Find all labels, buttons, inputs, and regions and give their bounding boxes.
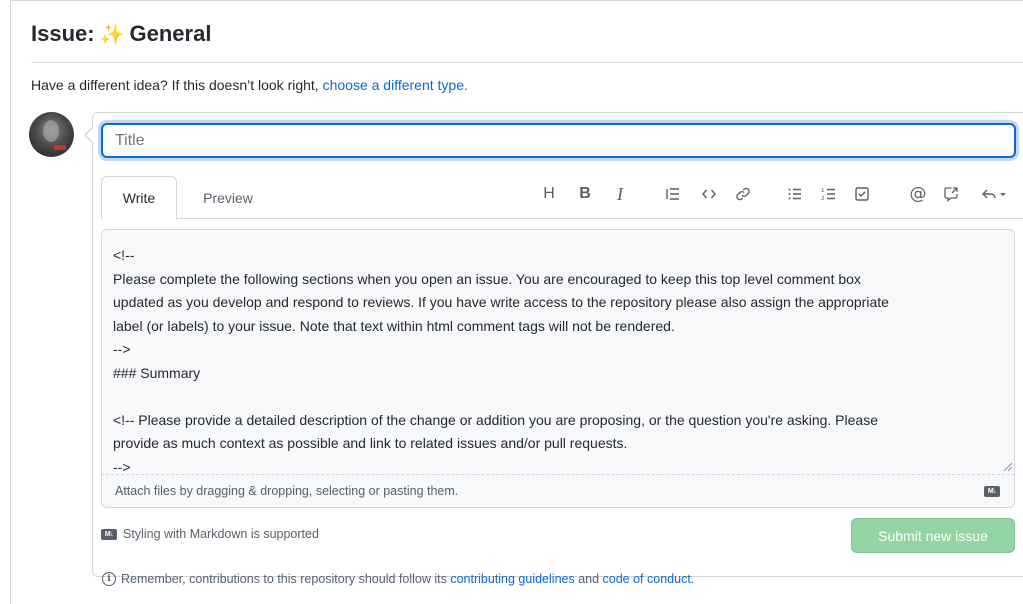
code-of-conduct-link[interactable]: code of conduct: [603, 572, 691, 586]
avatar-accent: [54, 145, 66, 150]
page-title: Issue: ✨ General: [31, 21, 211, 47]
quote-icon[interactable]: [662, 183, 684, 205]
user-avatar[interactable]: [29, 112, 74, 157]
markdown-icon: M↓: [101, 528, 117, 540]
type-note-text: Have a different idea? If this doesn’t l…: [31, 77, 323, 93]
contribution-reminder: i Remember, contributions to this reposi…: [102, 572, 694, 586]
contributing-guidelines-link[interactable]: contributing guidelines: [450, 572, 574, 586]
markdown-support-text: Styling with Markdown is supported: [123, 527, 319, 541]
saved-replies-icon[interactable]: [978, 183, 1014, 205]
title-divider: [31, 62, 1023, 63]
resize-grip-icon[interactable]: [1003, 462, 1013, 472]
reminder-text: Remember, contributions to this reposito…: [121, 572, 451, 586]
cross-reference-icon[interactable]: [940, 183, 962, 205]
type-note: Have a different idea? If this doesn’t l…: [31, 77, 468, 93]
submit-new-issue-button[interactable]: Submit new issue: [851, 518, 1015, 553]
mention-icon[interactable]: @: [907, 183, 929, 205]
issue-body-textarea[interactable]: <!-- Please complete the following secti…: [101, 229, 1015, 475]
svg-text:1: 1: [821, 188, 825, 194]
svg-text:2: 2: [821, 196, 825, 202]
tab-write[interactable]: Write: [101, 176, 177, 220]
avatar-highlight: [43, 120, 59, 142]
bold-icon[interactable]: B: [576, 183, 594, 205]
bulleted-list-icon[interactable]: [784, 183, 806, 205]
italic-icon[interactable]: I: [611, 183, 629, 205]
issue-type-name: General: [129, 21, 212, 46]
tab-preview[interactable]: Preview: [190, 176, 266, 220]
markdown-icon: M↓: [984, 486, 1000, 497]
reminder-and: and: [574, 572, 603, 586]
task-list-icon[interactable]: [851, 183, 873, 205]
title-prefix: Issue:: [31, 21, 95, 46]
issue-title-input[interactable]: [101, 123, 1016, 158]
numbered-list-icon[interactable]: 12: [818, 183, 840, 205]
comment-caret-inner: [86, 128, 93, 142]
sparkles-icon: ✨: [99, 23, 125, 46]
code-icon[interactable]: [698, 183, 720, 205]
markdown-support-note[interactable]: M↓ Styling with Markdown is supported: [101, 527, 319, 541]
choose-type-link[interactable]: choose a different type.: [323, 77, 468, 93]
reminder-period: .: [690, 572, 695, 586]
info-icon: i: [102, 572, 116, 586]
heading-icon[interactable]: H: [540, 183, 558, 205]
attach-files-text: Attach files by dragging & dropping, sel…: [115, 484, 459, 498]
attach-files-bar[interactable]: Attach files by dragging & dropping, sel…: [101, 475, 1015, 508]
link-icon[interactable]: [732, 183, 754, 205]
